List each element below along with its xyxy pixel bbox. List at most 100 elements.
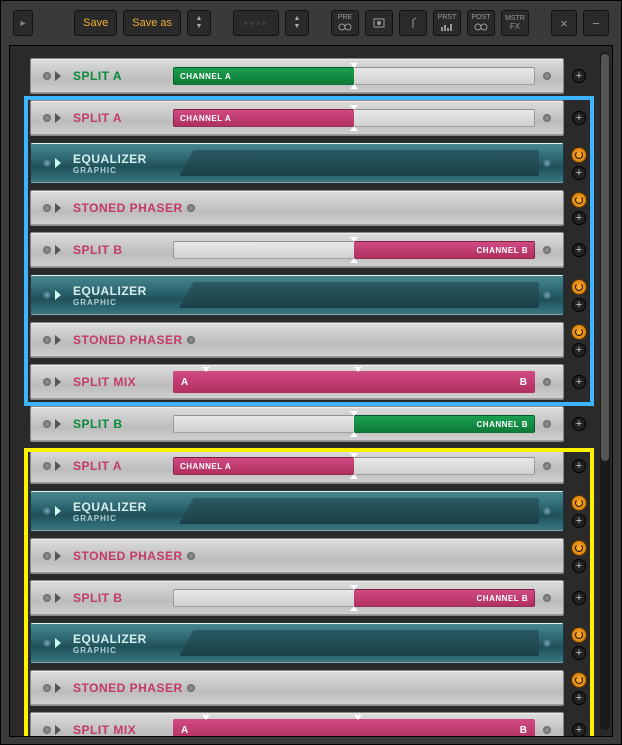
disclosure-icon[interactable] — [55, 506, 61, 516]
module-effect: STONED PHASER+ — [30, 322, 590, 358]
post-button[interactable]: POST — [467, 10, 495, 36]
module-side-controls: + — [568, 622, 590, 664]
nav-updown[interactable]: ▲▼ — [285, 10, 309, 36]
power-button[interactable] — [571, 147, 587, 163]
add-button[interactable]: + — [572, 591, 586, 605]
add-button[interactable]: + — [572, 691, 586, 705]
disclosure-icon[interactable] — [55, 245, 61, 255]
split-slider[interactable]: CHANNEL B — [173, 589, 535, 607]
screw-icon — [543, 114, 551, 122]
power-button[interactable] — [571, 672, 587, 688]
add-button[interactable]: + — [572, 343, 586, 357]
module-title: SPLIT MIX — [69, 723, 169, 737]
mix-notch-icon — [354, 715, 362, 720]
eq-body[interactable] — [179, 282, 539, 308]
add-button[interactable]: + — [572, 417, 586, 431]
prst-button[interactable]: PRST — [433, 10, 461, 36]
add-button[interactable]: + — [572, 243, 586, 257]
mix-slider[interactable]: AB — [173, 719, 535, 737]
add-button[interactable]: + — [572, 646, 586, 660]
disclosure-icon[interactable] — [55, 638, 61, 648]
stepper-arrows[interactable]: ▲▼ — [187, 10, 211, 36]
module-side-controls: + — [568, 448, 590, 484]
add-button[interactable]: + — [572, 166, 586, 180]
save-as-button[interactable]: Save as — [123, 10, 181, 36]
disclosure-icon[interactable] — [55, 593, 61, 603]
add-button[interactable]: + — [572, 514, 586, 528]
power-button[interactable] — [571, 192, 587, 208]
module-side-controls: + — [568, 274, 590, 316]
close-button[interactable]: × — [551, 10, 577, 36]
disclosure-icon[interactable] — [55, 203, 61, 213]
screw-icon — [43, 594, 51, 602]
disclosure-icon[interactable] — [55, 461, 61, 471]
split-slider[interactable]: CHANNEL B — [173, 241, 535, 259]
slider-notch-icon — [350, 585, 358, 590]
module-split: SPLIT ACHANNEL A+ — [30, 448, 590, 484]
module-subtitle: GRAPHIC — [73, 298, 169, 307]
eq-body[interactable] — [179, 630, 539, 656]
channel-b — [354, 457, 535, 475]
add-button[interactable]: + — [572, 298, 586, 312]
module-face: EQUALIZERGRAPHIC — [30, 142, 564, 184]
disclosure-icon[interactable] — [55, 551, 61, 561]
module-title: SPLIT B — [69, 591, 169, 605]
save-button[interactable]: Save — [74, 10, 117, 36]
screw-icon — [43, 204, 51, 212]
module-side-controls: + — [568, 406, 590, 442]
module-eq: EQUALIZERGRAPHIC + — [30, 142, 590, 184]
mstr-button[interactable]: MSTRFX — [501, 10, 529, 36]
add-button[interactable]: + — [572, 111, 586, 125]
scrollbar[interactable] — [600, 52, 610, 730]
pre-button[interactable]: PRE — [331, 10, 359, 36]
add-button[interactable]: + — [572, 211, 586, 225]
disclosure-icon[interactable] — [55, 113, 61, 123]
nav-pad[interactable]: ◦◦◦◦ — [233, 10, 279, 36]
split-slider[interactable]: CHANNEL A — [173, 109, 535, 127]
add-button[interactable]: + — [572, 69, 586, 83]
cab-button[interactable] — [365, 10, 393, 36]
disclosure-icon[interactable] — [55, 725, 61, 735]
add-button[interactable]: + — [572, 375, 586, 389]
split-slider[interactable]: CHANNEL A — [173, 67, 535, 85]
channel-a — [173, 415, 354, 433]
module-eq: EQUALIZERGRAPHIC+ — [30, 274, 590, 316]
split-slider[interactable]: CHANNEL B — [173, 415, 535, 433]
add-button[interactable]: + — [572, 459, 586, 473]
module-subtitle: GRAPHIC — [73, 646, 169, 655]
collapse-all-button[interactable]: ▸ — [13, 10, 33, 36]
power-button[interactable] — [571, 324, 587, 340]
disclosure-icon[interactable] — [55, 71, 61, 81]
screw-icon — [543, 72, 551, 80]
disclosure-icon[interactable] — [55, 158, 61, 168]
channel-a: CHANNEL A — [173, 109, 354, 127]
disclosure-icon[interactable] — [55, 335, 61, 345]
split-slider[interactable]: CHANNEL A — [173, 457, 535, 475]
add-button[interactable]: + — [572, 559, 586, 573]
power-button[interactable] — [571, 540, 587, 556]
screw-icon — [187, 204, 195, 212]
disclosure-icon[interactable] — [55, 377, 61, 387]
channel-b: CHANNEL B — [354, 241, 535, 259]
eq-body[interactable] — [179, 150, 539, 176]
power-button[interactable] — [571, 627, 587, 643]
disclosure-icon[interactable] — [55, 419, 61, 429]
module-side-controls: + — [568, 490, 590, 532]
screw-icon — [43, 159, 51, 167]
tuner-button[interactable] — [399, 10, 427, 36]
disclosure-icon[interactable] — [55, 290, 61, 300]
add-button[interactable]: + — [572, 723, 586, 737]
module-title: SPLIT B — [69, 243, 169, 257]
module-side-controls: + — [568, 142, 590, 184]
eq-body[interactable] — [179, 498, 539, 524]
power-button[interactable] — [571, 279, 587, 295]
screw-icon — [43, 72, 51, 80]
slider-notch-icon — [350, 258, 358, 263]
mix-slider[interactable]: AB — [173, 371, 535, 393]
scrollbar-thumb[interactable] — [601, 54, 609, 461]
minimize-button[interactable]: − — [583, 10, 609, 36]
module-side-controls: + — [568, 538, 590, 574]
disclosure-icon[interactable] — [55, 683, 61, 693]
module-split: SPLIT BCHANNEL B+ — [30, 406, 590, 442]
power-button[interactable] — [571, 495, 587, 511]
